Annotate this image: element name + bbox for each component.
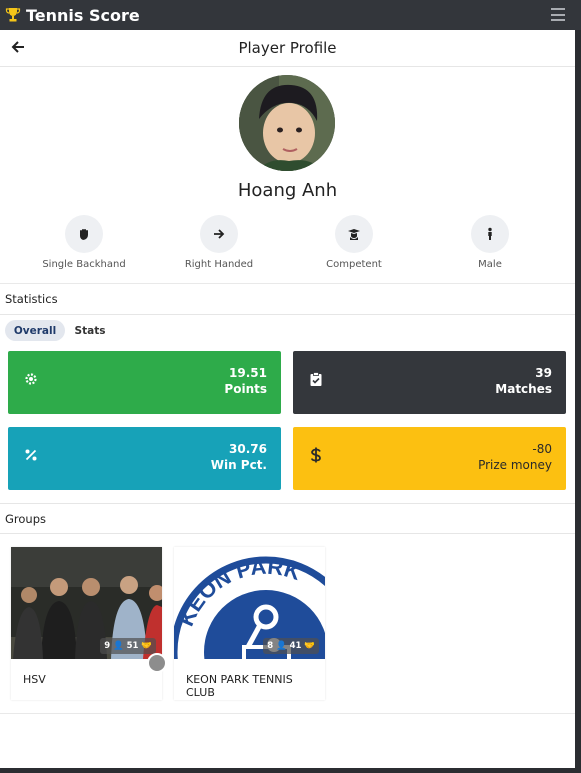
groups-heading: Groups <box>0 503 575 534</box>
window-edge-bottom <box>0 768 581 773</box>
attribute-gender: Male <box>430 215 550 270</box>
points-card[interactable]: 19.51 Points <box>8 351 281 414</box>
statistics-heading: Statistics <box>0 284 575 315</box>
app-top-bar: Tennis Score <box>0 0 581 30</box>
page-title: Player Profile <box>238 39 337 57</box>
clipboard-check-icon <box>308 371 324 387</box>
attribute-level: Competent <box>294 215 414 270</box>
win-pct-value: 30.76 <box>229 442 267 456</box>
navbar: Player Profile <box>0 30 575 67</box>
prize-money-value: -80 <box>532 442 552 456</box>
percent-icon <box>23 447 39 463</box>
arrow-right-icon <box>200 215 238 253</box>
group-card-keon-park[interactable]: KEON PARK 8 👤 41 🤝 KEON PARK TENNIS CLUB <box>174 547 325 700</box>
attribute-handedness: Right Handed <box>159 215 279 270</box>
player-profile-screen: Player Profile Hoang Anh Single Backhand… <box>0 30 575 768</box>
trophy-icon <box>4 6 22 24</box>
statistics-cards: 19.51 Points 39 Matches 30.76 Win Pct. -… <box>0 351 575 503</box>
arrow-left-icon[interactable] <box>10 39 26 55</box>
male-icon <box>471 215 509 253</box>
attribute-backhand: Single Backhand <box>24 215 144 270</box>
app-title: Tennis Score <box>26 5 140 25</box>
group-member-badge: 8 👤 41 🤝 <box>263 638 319 654</box>
tab-overall[interactable]: Overall <box>5 320 65 341</box>
win-pct-label: Win Pct. <box>210 458 267 472</box>
dollar-icon <box>308 447 324 463</box>
attribute-label: Right Handed <box>184 259 254 270</box>
avatar <box>239 75 335 171</box>
matches-card[interactable]: 39 Matches <box>293 351 566 414</box>
matches-label: Matches <box>495 382 552 396</box>
win-pct-card[interactable]: 30.76 Win Pct. <box>8 427 281 490</box>
attribute-label: Single Backhand <box>42 259 126 270</box>
matches-value: 39 <box>535 366 552 380</box>
groups-list: 9 👤 51 🤝 HSV KEON PARK 8 👤 41 🤝 KEON PAR… <box>0 534 575 714</box>
points-value: 19.51 <box>229 366 267 380</box>
group-card-hsv[interactable]: 9 👤 51 🤝 HSV <box>11 547 162 700</box>
hand-icon <box>65 215 103 253</box>
window-edge <box>575 30 581 773</box>
attribute-label: Competent <box>326 259 382 270</box>
graduate-icon <box>335 215 373 253</box>
app-window: Tennis Score Player Profile Hoang Anh Si… <box>0 0 581 773</box>
group-member-badge: 9 👤 51 🤝 <box>100 638 156 654</box>
prize-money-card[interactable]: -80 Prize money <box>293 427 566 490</box>
statistics-tabs: Overall Stats <box>0 315 575 351</box>
player-name: Hoang Anh <box>237 180 338 201</box>
points-label: Points <box>224 382 267 396</box>
hamburger-menu-icon[interactable] <box>551 8 565 21</box>
group-name: HSV <box>23 673 46 686</box>
scroll-indicator[interactable] <box>147 653 167 673</box>
group-name: KEON PARK TENNIS CLUB <box>186 673 293 699</box>
profile-header: Hoang Anh Single Backhand Right Handed C… <box>0 67 575 284</box>
tab-stats[interactable]: Stats <box>70 320 110 341</box>
attribute-label: Male <box>478 259 502 270</box>
prize-money-label: Prize money <box>478 458 552 472</box>
gear-icon <box>23 371 39 387</box>
